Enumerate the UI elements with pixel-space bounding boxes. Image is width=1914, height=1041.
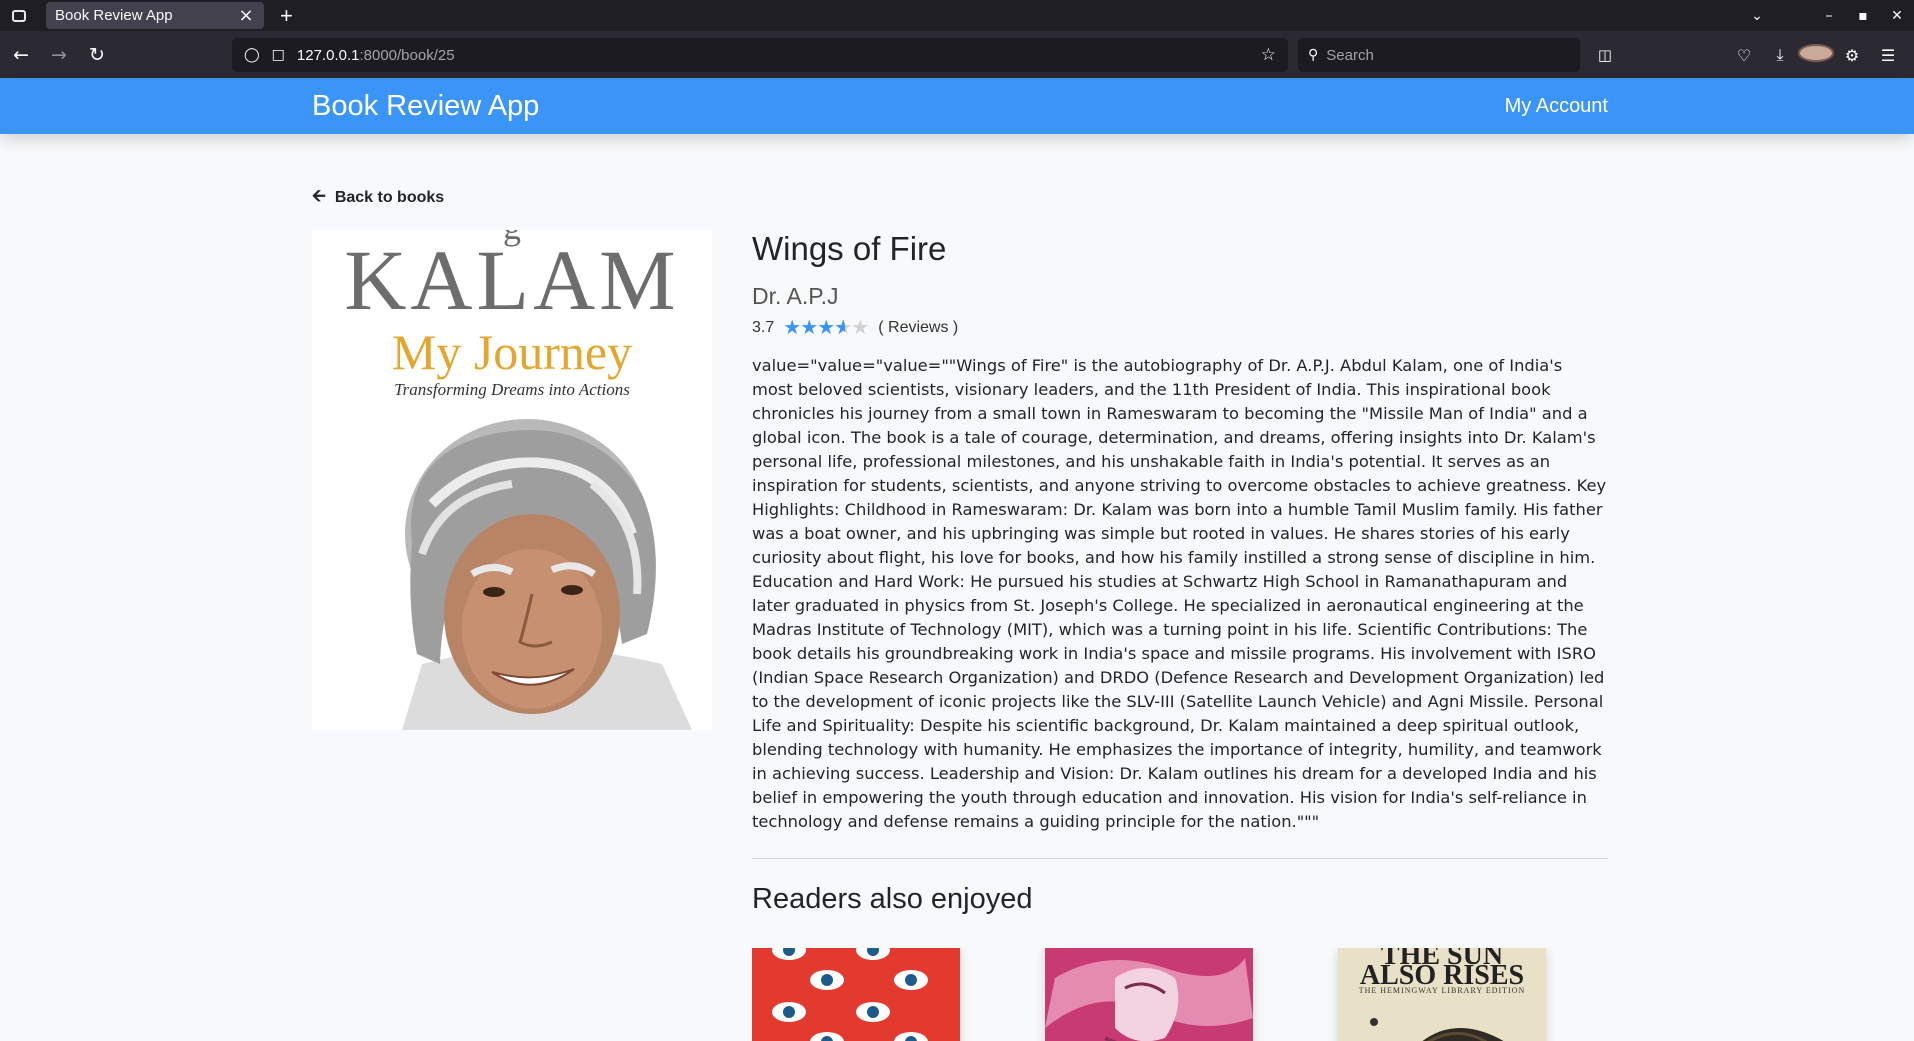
star-rating: ★ ★ ★ ★ ★ — [783, 317, 870, 339]
minimize-icon[interactable]: – — [1812, 8, 1846, 24]
page-icon: □ — [271, 47, 285, 63]
url-text[interactable]: 127.0.0.1:8000/book/25 — [297, 47, 455, 64]
browser-extension-tools: ♡ ⤓ ⚙ ☰ — [1726, 38, 1906, 72]
cover-author-name: KALAM — [344, 232, 680, 328]
related-book-card[interactable] — [1045, 948, 1253, 1041]
new-tab-button[interactable]: + — [280, 3, 293, 29]
book-details: Wings of Fire Dr. A.P.J 3.7 ★★★★★ ( Revi… — [752, 226, 1608, 916]
url-path: :8000/book/25 — [359, 46, 455, 64]
star-icon: ★ — [851, 317, 870, 339]
close-window-icon[interactable]: ✕ — [1880, 8, 1914, 24]
eye-icon — [894, 1032, 928, 1041]
download-icon[interactable]: ⤓ — [1762, 45, 1798, 65]
book-cover-image: g KALAM My Journey Transforming Dreams i… — [312, 230, 712, 730]
arrow-left-icon: 🡨 — [312, 186, 326, 205]
book-title: Wings of Fire — [752, 230, 947, 267]
account-avatar-icon[interactable] — [1798, 44, 1834, 66]
forward-arrow-icon[interactable]: → — [42, 38, 76, 72]
eye-icon — [810, 1032, 844, 1041]
browser-search-bar[interactable]: ⚲ — [1298, 38, 1580, 72]
browser-tab[interactable]: Book Review App × — [46, 2, 264, 29]
rating-value: 3.7 — [752, 319, 775, 336]
pocket-icon[interactable]: ♡ — [1726, 46, 1762, 65]
menu-icon[interactable]: ☰ — [1870, 46, 1906, 65]
portrait-illustration — [402, 419, 692, 730]
star-icon: ★ — [800, 317, 819, 339]
search-input[interactable] — [1326, 46, 1557, 64]
cover-tagline: Transforming Dreams into Actions — [394, 380, 630, 399]
related-book-card[interactable]: THE SUN ALSO RISES THE HEMINGWAY LIBRARY… — [1338, 948, 1546, 1041]
section-divider — [752, 858, 1608, 859]
bookmark-star-icon[interactable]: ☆ — [1261, 45, 1276, 65]
back-to-books-link[interactable]: 🡨 Back to books — [312, 183, 444, 212]
cover-subtitle: My Journey — [391, 324, 633, 380]
url-host: 127.0.0.1 — [296, 46, 360, 64]
eye-icon — [810, 970, 844, 990]
related-book-card[interactable] — [752, 948, 960, 1041]
sidebar-icon[interactable]: ◫ — [1590, 38, 1620, 72]
shield-icon[interactable]: ◯ — [244, 47, 260, 63]
maximize-icon[interactable]: ▪ — [1846, 8, 1880, 24]
star-icon: ★ — [817, 317, 836, 339]
eye-icon — [772, 948, 806, 960]
my-account-link[interactable]: My Account — [1505, 95, 1608, 118]
browser-toolbar: ← → ↻ ◯ □ 127.0.0.1:8000/book/25 ☆ ⚲ ◫ ♡… — [0, 31, 1914, 78]
extensions-icon[interactable]: ⚙ — [1834, 46, 1870, 65]
eye-icon — [856, 948, 890, 960]
search-icon: ⚲ — [1308, 47, 1319, 63]
address-bar[interactable]: ◯ □ 127.0.0.1:8000/book/25 ☆ — [232, 38, 1288, 72]
cover-artwork — [1045, 948, 1253, 1041]
related-books-heading: Readers also enjoyed — [752, 883, 1033, 915]
eye-icon — [894, 970, 928, 990]
eye-icon — [772, 1002, 806, 1022]
book-author: Dr. A.P.J — [752, 283, 839, 309]
window-controls: ⌄ – ▪ ✕ — [1740, 0, 1914, 31]
rating-row: 3.7 ★★★★★ ( Reviews ) — [752, 318, 1608, 338]
tab-list-icon[interactable] — [0, 0, 38, 31]
star-icon: ★ — [783, 317, 802, 339]
related-books-list: THE SUN ALSO RISES THE HEMINGWAY LIBRARY… — [752, 948, 1608, 1041]
reviews-link[interactable]: ( Reviews ) — [878, 319, 958, 337]
chevron-down-icon[interactable]: ⌄ — [1740, 8, 1774, 24]
book-description: value="value="value=""Wings of Fire" is … — [752, 356, 1607, 831]
app-brand-link[interactable]: Book Review App — [312, 90, 539, 123]
back-link-label: Back to books — [334, 188, 445, 206]
star-icon: ★ — [834, 318, 852, 338]
reload-icon[interactable]: ↻ — [80, 38, 114, 72]
browser-tab-bar: Book Review App × + ⌄ – ▪ ✕ — [0, 0, 1914, 31]
cover-artwork — [1370, 1018, 1504, 1041]
app-header: Book Review App My Account — [0, 78, 1914, 134]
tab-title: Book Review App — [55, 7, 173, 24]
close-tab-icon[interactable]: × — [238, 6, 254, 24]
back-arrow-icon[interactable]: ← — [4, 38, 38, 72]
eye-icon — [856, 1002, 890, 1022]
